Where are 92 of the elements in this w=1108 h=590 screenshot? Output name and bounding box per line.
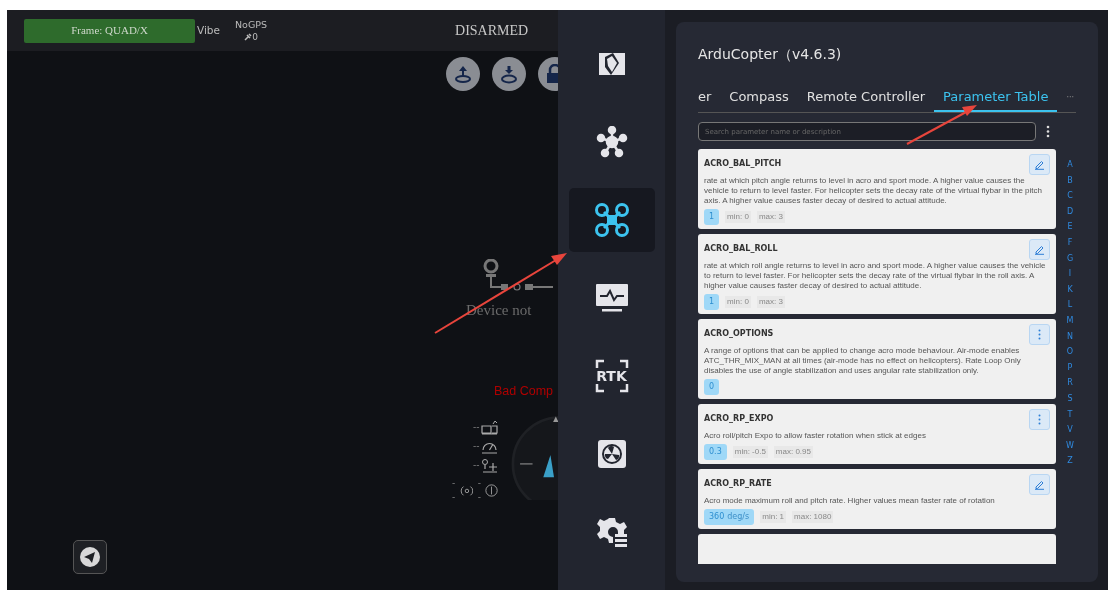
value-field[interactable]: 0.3 xyxy=(704,444,727,460)
compass-warning: Bad Comp xyxy=(494,382,555,400)
index-letter[interactable]: G xyxy=(1066,250,1074,267)
parameter-description: A range of options that can be applied to change acro mode behaviour. Air-mode enables ATC_THR_MIX_MAN at all times (air-mode has no effect on helicopters). Rate Loop Only disables the use of angle stabilization and uses angular rate stabilization only. xyxy=(704,346,1022,376)
parameter-description: Acro roll/pitch Expo to allow faster rotation when stick at edges xyxy=(704,431,927,441)
index-letter[interactable]: E xyxy=(1067,219,1073,235)
telemetry-dash: -- xyxy=(477,477,482,504)
index-letter[interactable]: O xyxy=(1066,344,1074,360)
parameter-description: Acro mode maximum roll and pitch rate. Higher values mean faster rate of rotation xyxy=(704,496,996,506)
kebab-icon xyxy=(1046,125,1050,138)
max-label: max: 1080 xyxy=(792,511,834,523)
parameter-name: ACRO_RP_EXPO xyxy=(704,413,774,425)
satellite-icon xyxy=(244,32,253,41)
min-label: min: 0 xyxy=(725,296,751,308)
index-letter[interactable]: R xyxy=(1067,375,1073,391)
max-label: max: 3 xyxy=(756,211,785,223)
send-button[interactable] xyxy=(73,540,107,574)
index-letter[interactable]: S xyxy=(1067,390,1073,407)
value-text: 1 xyxy=(709,211,715,223)
value-text: 0.3 xyxy=(709,446,722,458)
unit-text: deg/s xyxy=(727,511,750,523)
index-letter[interactable]: D xyxy=(1066,203,1074,220)
tab[interactable]: Compass xyxy=(720,84,798,112)
parameter-description: rate at which pitch angle returns to level in acro and sport mode. A higher value causes the vehicle to return to level faster. For helicopter sets the decay rate of the virtual flybar in the pitch axis. A higher value causes faster decay of desired to actual attitude. xyxy=(704,176,1043,206)
pencil-icon xyxy=(1034,244,1045,255)
value-text: 360 xyxy=(709,511,725,523)
tab[interactable]: Remote Controller xyxy=(797,84,935,112)
land-button[interactable] xyxy=(492,57,526,91)
value-text: 1 xyxy=(709,296,715,308)
network-icon xyxy=(595,126,628,158)
index-letter[interactable]: A xyxy=(1067,157,1073,173)
index-letter[interactable]: I xyxy=(1068,266,1072,282)
altitude-icon xyxy=(481,420,499,436)
arm-status: DISARMED xyxy=(455,22,529,40)
value-field[interactable]: 360 deg/s xyxy=(704,509,755,525)
index-letter[interactable]: T xyxy=(1067,406,1073,423)
min-label: min: 1 xyxy=(760,511,787,523)
drone-icon xyxy=(593,202,630,238)
index-letter[interactable]: N xyxy=(1067,328,1073,345)
index-letter[interactable]: M xyxy=(1066,312,1074,329)
telemetry-dash: -- xyxy=(472,440,480,453)
parameter-name: ACRO_BAL_PITCH xyxy=(704,158,782,170)
index-letter[interactable]: L xyxy=(1067,297,1073,313)
edit-button[interactable] xyxy=(1029,474,1050,495)
pencil-icon xyxy=(1034,159,1045,170)
more-tabs-button[interactable]: ··· xyxy=(1066,84,1075,112)
gps-status: NoGPS xyxy=(235,18,268,31)
edit-button[interactable] xyxy=(1029,154,1050,175)
fan-icon xyxy=(596,439,627,469)
index-letter[interactable]: V xyxy=(1067,422,1073,438)
index-letter[interactable]: W xyxy=(1066,437,1074,454)
max-label: max: 3 xyxy=(756,296,785,308)
parameter-name: ACRO_BAL_ROLL xyxy=(704,243,778,255)
annotation-arrow xyxy=(906,103,978,145)
telemetry-dash: -- xyxy=(472,421,480,434)
parameter-name: ACRO_RP_RATE xyxy=(704,478,772,490)
index-letter[interactable]: B xyxy=(1067,172,1073,189)
kebab-icon xyxy=(1038,329,1041,340)
frame-button[interactable]: Frame: QUAD/X xyxy=(24,18,195,43)
index-letter[interactable]: C xyxy=(1067,188,1073,204)
distance-icon xyxy=(481,458,499,474)
upload-icon xyxy=(453,64,473,84)
index-letter[interactable]: Z xyxy=(1067,453,1073,469)
settings-icon xyxy=(595,516,628,548)
sidebar-item[interactable] xyxy=(568,188,655,252)
takeoff-button[interactable] xyxy=(446,57,480,91)
monitor-icon xyxy=(594,283,629,313)
min-label: min: -0.5 xyxy=(732,446,768,458)
compass-icon xyxy=(485,483,499,499)
tab[interactable]: er xyxy=(698,84,721,112)
value-text: 0 xyxy=(709,381,715,393)
pencil-icon xyxy=(1034,479,1045,490)
kebab-icon xyxy=(1038,414,1041,425)
value-field[interactable]: 0 xyxy=(704,379,720,395)
panel-title: ArduCopter（v4.6.3) xyxy=(698,45,843,64)
value-field[interactable]: 1 xyxy=(704,209,720,225)
vibe-label: Vibe xyxy=(197,22,220,38)
edit-button[interactable] xyxy=(1029,239,1050,260)
telemetry-dash: -- xyxy=(472,459,480,472)
sidebar-item[interactable]: RTK xyxy=(568,344,655,408)
index-letter[interactable]: K xyxy=(1067,281,1073,298)
value-field[interactable]: 1 xyxy=(704,294,720,310)
min-label: min: 0 xyxy=(725,211,751,223)
max-label: max: 0.95 xyxy=(773,446,813,458)
index-letter[interactable]: P xyxy=(1067,359,1073,376)
telemetry-dash: -- xyxy=(452,477,457,504)
parameter-description: rate at which roll angle returns to level in acro and sport mode. A higher value causes the vehicle to return to level faster. For helicopter sets the decay rate of the virtual flybar in the roll axis. A higher value causes faster decay of desired to actual attitude. xyxy=(704,261,1047,291)
paper-plane-icon xyxy=(79,546,101,568)
index-letter[interactable]: F xyxy=(1067,234,1073,251)
landing-icon xyxy=(499,64,519,84)
parameter-name: ACRO_OPTIONS xyxy=(704,328,774,340)
satellite-count: 0 xyxy=(252,30,258,43)
